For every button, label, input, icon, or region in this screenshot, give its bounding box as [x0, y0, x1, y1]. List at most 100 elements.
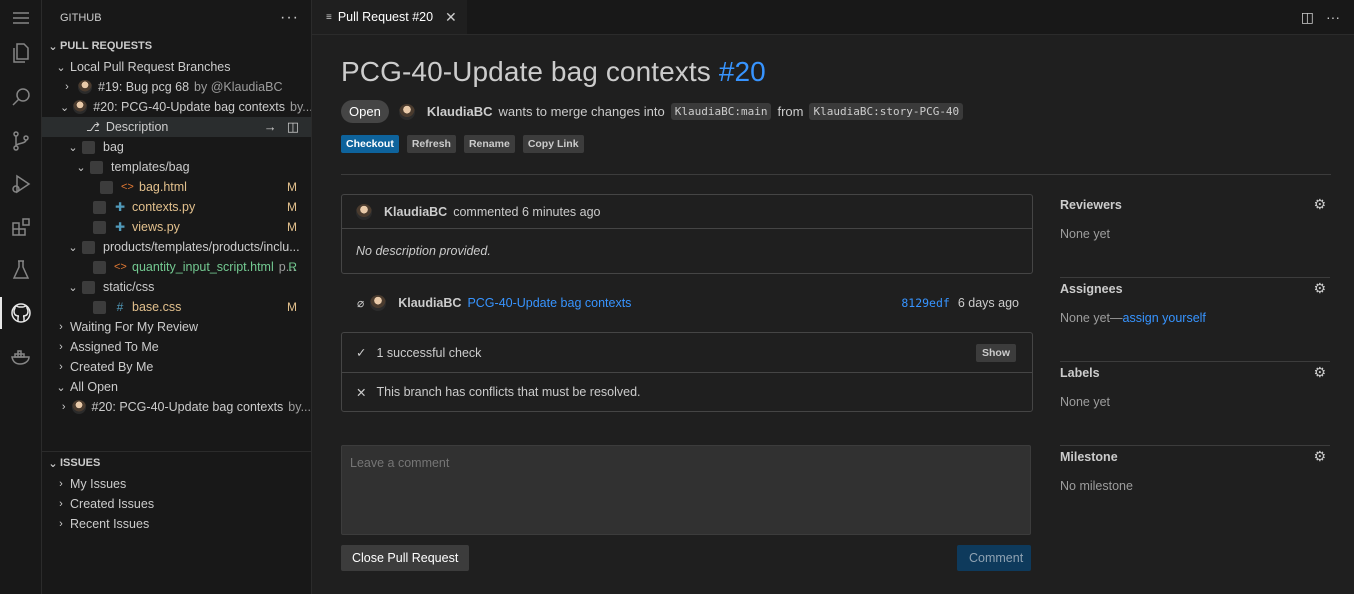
head-branch: KlaudiaBC:story-PCG-40	[809, 103, 964, 120]
testing-icon[interactable]	[8, 257, 34, 283]
file-quantity-input-script[interactable]: <> quantity_input_script.html p... R	[42, 257, 311, 277]
tree-label: #19: Bug pcg 68	[98, 80, 190, 94]
gear-icon[interactable]: ⚙	[1313, 364, 1326, 381]
checkbox[interactable]	[90, 160, 103, 174]
gear-icon[interactable]: ⚙	[1313, 280, 1326, 297]
tree-label: Created By Me	[70, 360, 154, 374]
menu-icon[interactable]	[8, 5, 34, 31]
checkbox[interactable]	[82, 240, 95, 254]
assign-yourself-link[interactable]: assign yourself	[1123, 311, 1206, 325]
file-label: base.css	[132, 300, 182, 314]
comment-body: No description provided.	[356, 244, 491, 258]
chevron-right-icon: ›	[59, 321, 63, 333]
recent-issues-node[interactable]: › Recent Issues	[42, 514, 312, 534]
commit-meta: 8129edf 6 days ago	[901, 296, 1019, 310]
merge-text: wants to merge changes into	[498, 104, 665, 119]
conflict-text: This branch has conflicts that must be r…	[376, 385, 641, 399]
split-editor-icon[interactable]: ◫	[1301, 9, 1314, 26]
file-label: bag.html	[139, 180, 187, 194]
commit-icon: ⌀	[357, 296, 365, 310]
split-editor-icon[interactable]: ◫	[287, 119, 299, 135]
folder-templates-bag[interactable]: ⌄ templates/bag	[42, 157, 311, 177]
more-actions-icon[interactable]: ···	[1326, 9, 1340, 26]
folder-products[interactable]: ⌄ products/templates/products/inclu...	[42, 237, 311, 257]
checkout-button[interactable]: Checkout	[341, 135, 399, 153]
tree-label: products/templates/products/inclu...	[103, 240, 300, 254]
checkbox[interactable]	[82, 140, 95, 154]
open-arrow-icon[interactable]: →	[264, 119, 277, 135]
status-checks: ✓ 1 successful check Show ✕ This branch …	[341, 332, 1033, 412]
comment-meta: commented 6 minutes ago	[453, 204, 601, 219]
tab-pull-request[interactable]: ≡ Pull Request #20 ✕	[312, 0, 467, 34]
all-open-node[interactable]: ⌄ All Open	[42, 377, 311, 397]
file-contexts-py[interactable]: ✚ contexts.py M	[42, 197, 311, 217]
tree-label: All Open	[70, 380, 118, 394]
chevron-right-icon: ›	[59, 498, 63, 510]
commit-author[interactable]: KlaudiaBC	[398, 296, 461, 310]
checkbox[interactable]	[93, 260, 106, 274]
commit-message-link[interactable]: PCG-40-Update bag contexts	[467, 296, 631, 310]
close-icon[interactable]: ✕	[445, 9, 457, 26]
tree-description: by...	[288, 400, 311, 414]
docker-icon[interactable]	[8, 344, 34, 370]
assignees-none: None yet—	[1060, 311, 1123, 325]
chevron-right-icon: ›	[61, 401, 66, 413]
comment-author[interactable]: KlaudiaBC	[384, 205, 447, 219]
copy-link-button[interactable]: Copy Link	[522, 135, 584, 153]
pr-number-link[interactable]: #20	[719, 56, 766, 87]
my-issues-node[interactable]: › My Issues	[42, 474, 312, 494]
show-checks-button[interactable]: Show	[976, 343, 1016, 362]
extensions-icon[interactable]	[8, 214, 34, 240]
refresh-button[interactable]: Refresh	[406, 135, 456, 153]
gear-icon[interactable]: ⚙	[1313, 448, 1326, 465]
waiting-for-review-node[interactable]: › Waiting For My Review	[42, 317, 311, 337]
section-value: None yet	[1060, 395, 1111, 409]
more-actions-icon[interactable]: ···	[280, 9, 299, 27]
explorer-icon[interactable]	[8, 40, 34, 66]
github-icon[interactable]	[8, 300, 34, 326]
avatar	[398, 103, 415, 120]
file-bag-html[interactable]: <> bag.html M	[42, 177, 311, 197]
file-label: quantity_input_script.html	[132, 260, 274, 274]
all-open-pr-20-node[interactable]: › #20: PCG-40-Update bag contexts by...	[42, 397, 311, 417]
folder-static-css[interactable]: ⌄ static/css	[42, 277, 311, 297]
source-control-icon[interactable]	[8, 128, 34, 154]
avatar	[370, 295, 387, 311]
description-node[interactable]: ⎇ Description → ◫	[42, 117, 311, 137]
run-debug-icon[interactable]	[8, 171, 34, 197]
rename-button[interactable]: Rename	[463, 135, 515, 153]
folder-bag[interactable]: ⌄ bag	[42, 137, 311, 157]
checkbox[interactable]	[93, 300, 106, 314]
comment-button[interactable]: Comment	[957, 545, 1031, 571]
author-name[interactable]: KlaudiaBC	[427, 104, 493, 119]
created-issues-node[interactable]: › Created Issues	[42, 494, 312, 514]
pr-20-node[interactable]: ⌄ #20: PCG-40-Update bag contexts by...	[42, 97, 311, 117]
checkbox[interactable]	[82, 280, 95, 294]
file-base-css[interactable]: # base.css M	[42, 297, 311, 317]
comment-actions: Close Pull Request Comment	[341, 545, 1031, 571]
tree-label: static/css	[103, 280, 155, 294]
checkbox[interactable]	[93, 200, 106, 214]
modified-badge: M	[287, 220, 297, 234]
checks-text: 1 successful check	[376, 345, 482, 360]
file-views-py[interactable]: ✚ views.py M	[42, 217, 311, 237]
reviewers-section: Reviewers ⚙ None yet	[1060, 194, 1330, 278]
issues-section-header[interactable]: ⌄ ISSUES	[42, 452, 312, 474]
checkbox[interactable]	[100, 180, 113, 194]
checkbox[interactable]	[93, 220, 106, 234]
chevron-down-icon: ⌄	[68, 281, 78, 294]
pr-19-node[interactable]: › #19: Bug pcg 68 by @KlaudiaBC	[42, 77, 311, 97]
chevron-down-icon: ⌄	[56, 61, 66, 74]
close-pull-request-button[interactable]: Close Pull Request	[341, 545, 470, 571]
chevron-down-icon: ⌄	[48, 40, 58, 53]
local-branches-node[interactable]: ⌄ Local Pull Request Branches	[42, 57, 311, 77]
commit-sha-link[interactable]: 8129edf	[901, 296, 949, 310]
gear-icon[interactable]: ⚙	[1313, 196, 1326, 213]
pull-requests-section-header[interactable]: ⌄ PULL REQUESTS	[42, 35, 311, 57]
sidebar-title: GITHUB	[60, 11, 102, 24]
created-by-me-node[interactable]: › Created By Me	[42, 357, 311, 377]
assigned-to-me-node[interactable]: › Assigned To Me	[42, 337, 311, 357]
page-title: PCG-40-Update bag contexts #20	[341, 56, 1331, 88]
comment-textarea[interactable]	[341, 445, 1031, 535]
search-icon[interactable]	[8, 84, 34, 110]
